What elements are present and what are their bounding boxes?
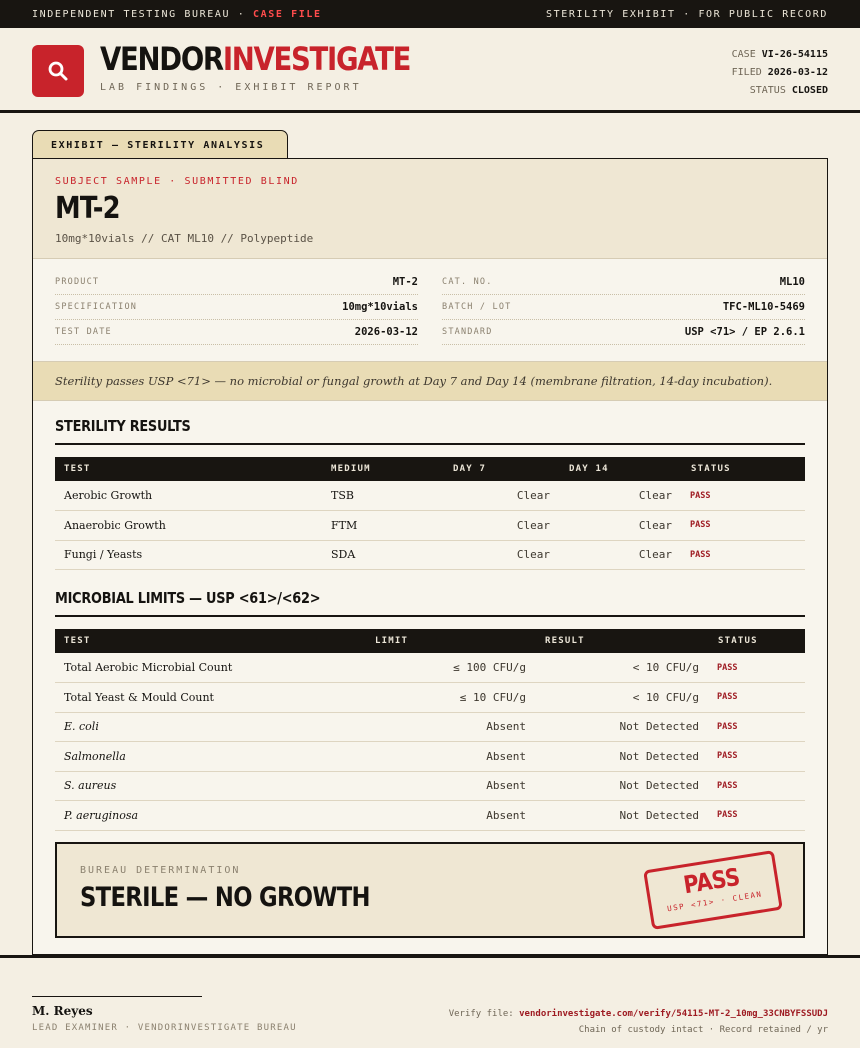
- status-badge: PASS: [709, 741, 805, 772]
- summary-note: Sterility passes USP <71> — no microbial…: [33, 361, 827, 401]
- field-specification: SPECIFICATION 10mg*10vials: [55, 295, 418, 320]
- case-file-label: CASE FILE: [253, 8, 322, 20]
- examiner-name: M. Reyes: [32, 1004, 93, 1018]
- sample-description: 10mg*10vials // CAT ML10 // Polypeptide: [55, 232, 314, 245]
- microbial-section-title: MICROBIAL LIMITS — USP <61>/<62>: [55, 589, 805, 617]
- header: VENDORINVESTIGATE LAB FINDINGS · EXHIBIT…: [0, 28, 860, 113]
- examiner-role: LEAD EXAMINER · VENDORINVESTIGATE BUREAU: [32, 1023, 297, 1033]
- brand-tagline: LAB FINDINGS · EXHIBIT REPORT: [100, 82, 362, 93]
- determination-kicker: BUREAU DETERMINATION: [80, 865, 241, 876]
- table-row: S. aureus Absent Not Detected PASS: [55, 771, 805, 801]
- sterility-section-title: STERILITY RESULTS: [55, 417, 805, 445]
- top-bar: INDEPENDENT TESTING BUREAU · CASE FILE S…: [0, 0, 860, 28]
- determination-verdict: STERILE — NO GROWTH: [80, 882, 371, 913]
- field-test-date: TEST DATE 2026-03-12: [55, 320, 418, 345]
- table-row: Anaerobic Growth FTM Clear Clear PASS: [55, 510, 805, 541]
- status-badge: PASS: [709, 682, 805, 713]
- status-badge: PASS: [682, 510, 805, 541]
- verify-link[interactable]: vendorinvestigate.com/verify/54115-MT-2_…: [519, 1009, 828, 1019]
- sample-title: MT-2: [55, 191, 121, 226]
- bureau-determination: BUREAU DETERMINATION STERILE — NO GROWTH…: [55, 842, 805, 938]
- status-badge: PASS: [709, 653, 805, 683]
- status-badge: PASS: [682, 540, 805, 570]
- sterility-table: TEST MEDIUM DAY 7 DAY 14 STATUS Aerobic …: [55, 457, 805, 570]
- field-standard: STANDARD USP <71> / EP 2.6.1: [442, 320, 805, 345]
- exhibit-record-label: STERILITY EXHIBIT · FOR PUBLIC RECORD: [546, 8, 828, 20]
- status-badge: PASS: [709, 712, 805, 742]
- fields-right: CAT. NO. ML10 BATCH / LOT TFC-ML10-5469 ST…: [442, 270, 805, 345]
- magnifier-icon: [48, 61, 68, 81]
- table-header-row: TEST LIMIT RESULT STATUS: [55, 629, 805, 653]
- table-header-row: TEST MEDIUM DAY 7 DAY 14 STATUS: [55, 457, 805, 481]
- table-row: Total Aerobic Microbial Count ≤ 100 CFU/g…: [55, 653, 805, 683]
- field-cat-no: CAT. NO. ML10: [442, 270, 805, 295]
- status-badge: PASS: [709, 800, 805, 831]
- fields-left: PRODUCT MT-2 SPECIFICATION 10mg*10vials TE…: [55, 270, 418, 345]
- case-status: STATUS CLOSED: [749, 85, 828, 96]
- table-row: Total Yeast & Mould Count ≤ 10 CFU/g < 10…: [55, 682, 805, 713]
- footer: M. Reyes LEAD EXAMINER · VENDORINVESTIGA…: [0, 955, 860, 1048]
- table-row: P. aeruginosa Absent Not Detected PASS: [55, 800, 805, 831]
- signature-line: [32, 996, 202, 997]
- case-meta: CASE VI-26-54115 FILED 2026-03-12 STATUS…: [732, 46, 828, 100]
- verify-block: Verify file: vendorinvestigate.com/verif…: [449, 1006, 828, 1038]
- brand-name: VENDORINVESTIGATE: [100, 40, 411, 78]
- filed-date: FILED 2026-03-12: [731, 67, 828, 78]
- microbial-table: TEST LIMIT RESULT STATUS Total Aerobic M…: [55, 629, 805, 831]
- field-batch-lot: BATCH / LOT TFC-ML10-5469: [442, 295, 805, 320]
- table-row: E. coli Absent Not Detected PASS: [55, 712, 805, 742]
- bureau-label: INDEPENDENT TESTING BUREAU · CASE FILE: [32, 8, 322, 20]
- subject-header: SUBJECT SAMPLE · SUBMITTED BLIND MT-2 10…: [33, 159, 827, 259]
- table-row: Fungi / Yeasts SDA Clear Clear PASS: [55, 540, 805, 570]
- brand-logo[interactable]: [32, 45, 84, 97]
- field-product: PRODUCT MT-2: [55, 270, 418, 295]
- status-badge: PASS: [709, 771, 805, 801]
- pass-stamp: PASS USP <71> · CLEAN: [643, 850, 783, 930]
- status-badge: PASS: [682, 481, 805, 511]
- table-row: Salmonella Absent Not Detected PASS: [55, 741, 805, 772]
- case-number: CASE VI-26-54115: [731, 49, 828, 60]
- table-row: Aerobic Growth TSB Clear Clear PASS: [55, 481, 805, 511]
- exhibit-tab[interactable]: EXHIBIT — STERILITY ANALYSIS: [32, 130, 288, 159]
- exhibit-panel: SUBJECT SAMPLE · SUBMITTED BLIND MT-2 10…: [32, 158, 828, 955]
- subject-kicker: SUBJECT SAMPLE · SUBMITTED BLIND: [55, 176, 299, 187]
- custody-note: Chain of custody intact · Record retaine…: [578, 1025, 828, 1035]
